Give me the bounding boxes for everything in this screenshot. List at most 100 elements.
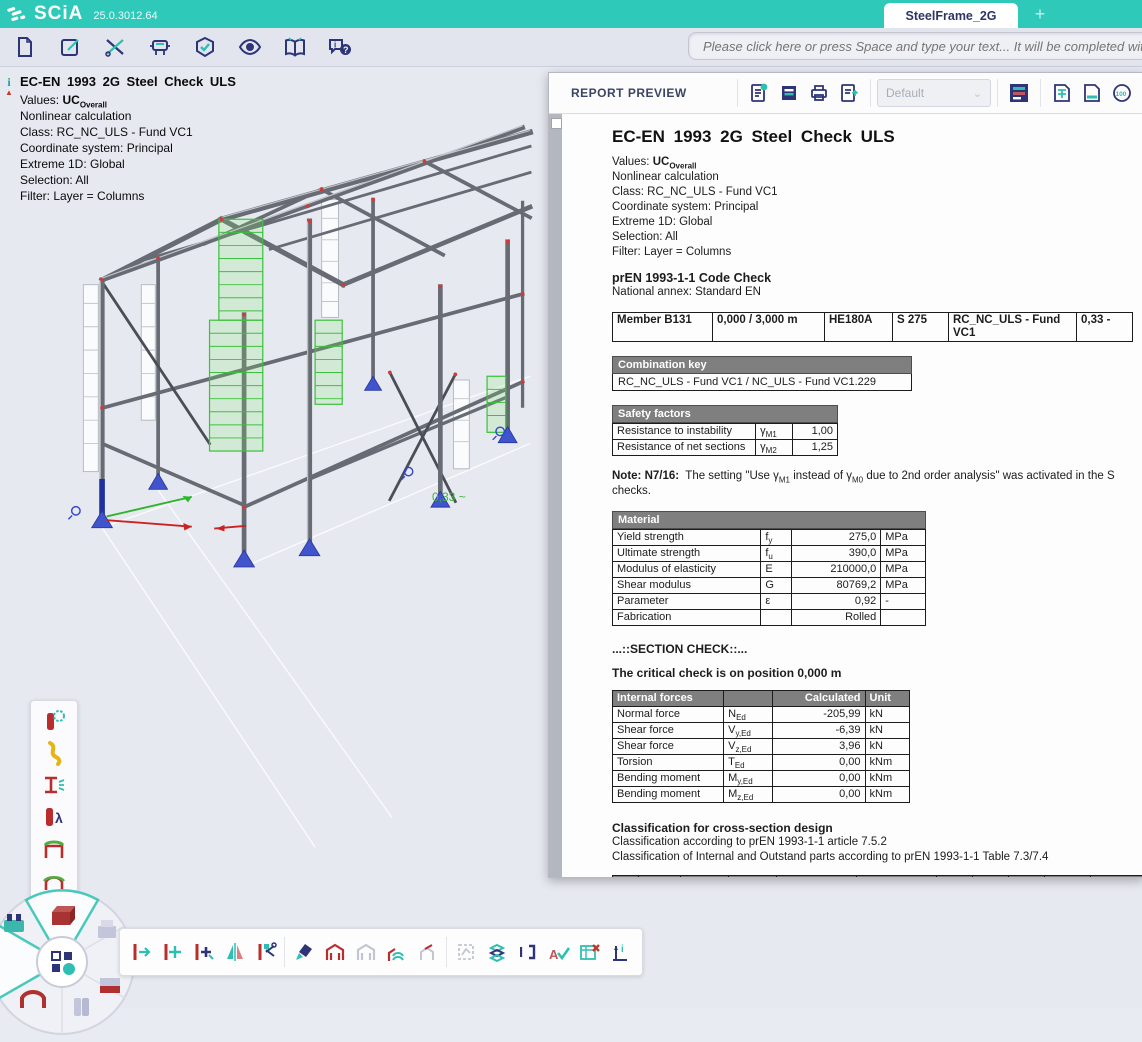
single-page-icon — [1081, 82, 1103, 104]
check-labels-button[interactable]: A — [543, 934, 574, 970]
critical-check-line: The critical check is on position 0,000 … — [612, 666, 1142, 680]
mirror-button[interactable] — [219, 934, 250, 970]
frame-load-icon — [41, 836, 67, 862]
connect-member-icon — [192, 940, 216, 964]
frame-template-button[interactable] — [381, 934, 412, 970]
new-project-button[interactable] — [5, 31, 45, 63]
material-header: Material — [612, 511, 926, 529]
report-template-dropdown[interactable]: Default⌄ — [877, 79, 991, 107]
book-icon — [282, 35, 308, 59]
code-check-heading: prEN 1993-1-1 Code Check — [612, 271, 1142, 285]
frame-copy-icon — [416, 940, 440, 964]
toolbar-separator — [446, 937, 447, 967]
report-page: EC-EN 1993 2G Steel Check ULS Values: UC… — [562, 114, 1142, 877]
values-line: Values: UCOverall — [612, 155, 1142, 170]
frame-copy-button[interactable] — [412, 934, 443, 970]
calculate-icon — [147, 35, 173, 59]
check-structure-button[interactable] — [185, 31, 225, 63]
view-button[interactable] — [230, 31, 270, 63]
spellcheck-icon: A — [547, 940, 571, 964]
classification-heading: Classification for cross-section design — [612, 821, 1142, 835]
max-check-label: 0,33 ~ — [432, 490, 466, 504]
text-cursor-icon: I — [516, 940, 540, 964]
steel-section-check-button[interactable] — [36, 771, 72, 799]
page-margin-handle[interactable] — [551, 118, 562, 129]
export-report-button[interactable] — [834, 78, 864, 108]
marquee-select-button[interactable] — [450, 934, 481, 970]
dimension-icon: i — [609, 940, 633, 964]
layers-button[interactable] — [481, 934, 512, 970]
frame-catalog-button[interactable] — [319, 934, 350, 970]
portal-frame-icon — [323, 940, 347, 964]
single-page-view-button[interactable] — [1077, 78, 1107, 108]
report-preview-panel: REPORT PREVIEW Default⌄ 100 EC-EN 1993 2… — [548, 72, 1142, 878]
separator — [1040, 79, 1041, 107]
trim-scissors-icon — [254, 940, 278, 964]
combination-key-header: Combination key — [612, 356, 912, 374]
two-page-view-button[interactable] — [1047, 78, 1077, 108]
edit-toolbar: I A i — [119, 928, 643, 976]
libraries-button[interactable] — [275, 31, 315, 63]
connect-node-icon — [161, 940, 185, 964]
tools-button[interactable] — [95, 31, 135, 63]
print-button[interactable] — [804, 78, 834, 108]
national-annex: National annex: Standard EN — [612, 285, 1142, 300]
command-input[interactable] — [688, 32, 1142, 60]
edit-project-button[interactable] — [50, 31, 90, 63]
member-settings-icon — [41, 708, 67, 734]
separator — [870, 79, 871, 107]
section-check-heading: ...::SECTION CHECK::... — [612, 642, 1142, 656]
delete-table-button[interactable] — [574, 934, 605, 970]
deformed-shape-button[interactable] — [36, 739, 72, 767]
safety-factors-table: Resistance to instabilityγM11,00Resistan… — [612, 423, 838, 456]
page-layout-icon — [1007, 81, 1031, 105]
rename-label-button[interactable]: I — [512, 934, 543, 970]
report-container-icon — [778, 82, 800, 104]
calculate-button[interactable] — [140, 31, 180, 63]
results-tool-strip: λ — [30, 700, 78, 902]
member-summary-table: Member B1310,000 / 3,000 mHE180AS 275RC_… — [612, 312, 1133, 342]
edit-icon — [58, 35, 82, 59]
frame-stack-icon — [385, 940, 409, 964]
classification-table: IdTypec[mm]t[mm]σ1[kN/m²]σ2[kN/m²]Ψ[-]kα… — [612, 875, 1142, 877]
deformed-shape-icon — [41, 740, 67, 766]
frame-imperfection-button[interactable] — [36, 835, 72, 863]
frame-catalog-2-button[interactable] — [350, 934, 381, 970]
stability-lambda-button[interactable]: λ — [36, 803, 72, 831]
report-check-info: Values: UCOverall Nonlinear calculationC… — [612, 155, 1142, 260]
svg-text:I: I — [519, 944, 523, 961]
connect-node-button[interactable] — [157, 934, 188, 970]
check-info-lines: Nonlinear calculationClass: RC_NC_ULS - … — [20, 108, 236, 204]
help-button[interactable]: i? — [320, 31, 360, 63]
page-layout-button[interactable] — [1004, 78, 1034, 108]
report-container-button[interactable] — [774, 78, 804, 108]
eye-icon — [237, 35, 263, 59]
safety-factors-header: Safety factors — [612, 405, 838, 423]
warning-triangle-icon: ▲ — [3, 90, 15, 96]
table-delete-icon — [578, 940, 602, 964]
project-tab[interactable]: SteelFrame_2G — [884, 3, 1018, 28]
separator — [737, 79, 738, 107]
new-tab-button[interactable]: + — [1028, 2, 1052, 26]
buckling-lambda-icon: λ — [41, 804, 67, 830]
chevron-down-icon: ⌄ — [973, 87, 982, 100]
section-check-icon — [41, 772, 67, 798]
brush-icon — [292, 940, 316, 964]
member-check-settings-button[interactable] — [36, 707, 72, 735]
dimension-line-button[interactable]: i — [605, 934, 636, 970]
svg-text:A: A — [549, 947, 559, 962]
report-note-wrap: checks. — [612, 484, 1142, 499]
check-title: EC-EN 1993 2G Steel Check ULS — [20, 74, 236, 90]
trim-member-button[interactable] — [250, 934, 281, 970]
move-node-button[interactable] — [126, 934, 157, 970]
zoom-100-icon: 100 — [1111, 82, 1133, 104]
panel-title: REPORT PREVIEW — [571, 86, 731, 100]
zoom-100-button[interactable]: 100 — [1107, 78, 1137, 108]
material-table: Yield strengthfy275,0MPaUltimate strengt… — [612, 529, 926, 626]
wheel-center-button[interactable] — [37, 937, 87, 987]
property-brush-button[interactable] — [288, 934, 319, 970]
move-node-icon — [130, 940, 154, 964]
report-title: EC-EN 1993 2G Steel Check ULS — [612, 127, 1142, 147]
connect-member-button[interactable] — [188, 934, 219, 970]
add-to-report-button[interactable] — [744, 78, 774, 108]
